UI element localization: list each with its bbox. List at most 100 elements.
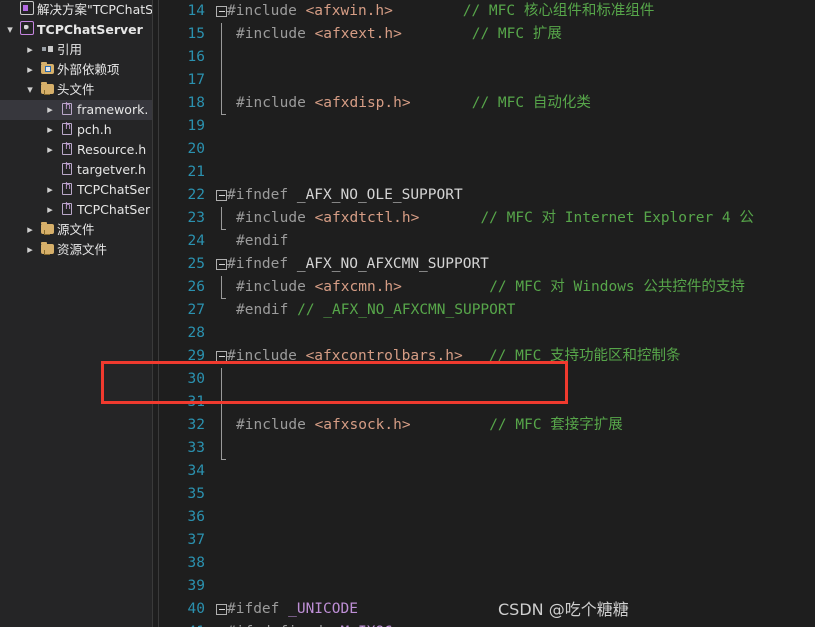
code-text: #include <afxsock.h> // MFC 套接字扩展 (236, 414, 623, 437)
line-number: 23 (187, 210, 205, 226)
code-line[interactable]: 39 (159, 575, 815, 598)
code-token: // MFC 对 Windows 公共控件的支持 (489, 279, 745, 295)
tree-item-label: Resource.h (77, 142, 147, 157)
tree-item-tcpchatser[interactable]: TCPChatSer (0, 180, 152, 200)
fold-collapse-icon[interactable] (216, 604, 227, 615)
fold-guide-line (221, 207, 226, 230)
code-token: // MFC 支持功能区和控制条 (488, 348, 681, 364)
code-token: <afxcmn.h> (314, 279, 402, 295)
code-line[interactable]: 36 (159, 506, 815, 529)
spacer-icon (4, 0, 16, 20)
line-number: 41 (159, 621, 205, 627)
code-text: #if defined _M_IX86 (227, 621, 393, 627)
chevron-right-icon[interactable] (44, 140, 56, 160)
code-line[interactable]: 25 #ifndef _AFX_NO_AFXCMN_SUPPORT (159, 253, 815, 276)
line-number: 32 (187, 417, 205, 433)
header-file-icon (59, 100, 75, 120)
code-line[interactable]: 32 #include <afxsock.h> // MFC 套接字扩展 (159, 414, 815, 437)
tree-item-label: pch.h (77, 122, 112, 137)
line-number: 26 (187, 279, 205, 295)
chevron-down-icon[interactable] (4, 20, 16, 40)
header-file-icon (59, 180, 75, 200)
code-line[interactable]: 18 #include <afxdisp.h> // MFC 自动化类 (159, 92, 815, 115)
tree-item-tcpchatser[interactable]: TCPChatSer (0, 200, 152, 220)
external-dependencies-icon (39, 60, 55, 80)
chevron-right-icon[interactable] (24, 220, 36, 240)
tree-item-targetver-h[interactable]: targetver.h (0, 160, 152, 180)
tree-item-pch-h[interactable]: pch.h (0, 120, 152, 140)
fold-collapse-icon[interactable] (216, 190, 227, 201)
code-line[interactable]: 37 (159, 529, 815, 552)
code-text: #endif (236, 230, 288, 253)
panel-splitter[interactable] (152, 0, 159, 627)
fold-collapse-icon[interactable] (216, 6, 227, 17)
code-line[interactable]: 40 #ifdef _UNICODE (159, 598, 815, 621)
tree-item-tcpchatserver[interactable]: TCPChatServer (0, 20, 152, 40)
chevron-right-icon[interactable] (24, 60, 36, 80)
tree-item-framework-[interactable]: framework. (0, 100, 152, 120)
chevron-right-icon[interactable] (44, 180, 56, 200)
code-line[interactable]: 14 #include <afxwin.h> // MFC 核心组件和标准组件 (159, 0, 815, 23)
chevron-down-icon[interactable] (24, 80, 36, 100)
chevron-right-icon[interactable] (44, 200, 56, 220)
tree-item--[interactable]: 头文件 (0, 80, 152, 100)
header-file-icon (59, 200, 75, 220)
code-line[interactable]: 24 #endif (159, 230, 815, 253)
code-editor-surface[interactable]: 14 #include <afxwin.h> // MFC 核心组件和标准组件 15… (159, 0, 815, 627)
code-line[interactable]: 31 (159, 391, 815, 414)
solution-explorer-panel[interactable]: 解决方案"TCPChatSer TCPChatServer 引用外部依赖项头文件 fr… (0, 0, 152, 627)
line-number: 39 (187, 578, 205, 594)
line-number: 19 (187, 118, 205, 134)
code-line[interactable]: 17 (159, 69, 815, 92)
chevron-right-icon[interactable] (44, 100, 56, 120)
code-line[interactable]: 28 (159, 322, 815, 345)
code-line[interactable]: 27 #endif // _AFX_NO_AFXCMN_SUPPORT (159, 299, 815, 322)
code-line[interactable]: 35 (159, 483, 815, 506)
code-line[interactable]: 15 #include <afxext.h> // MFC 扩展 (159, 23, 815, 46)
chevron-right-icon[interactable] (44, 120, 56, 140)
code-line[interactable]: 30 (159, 368, 815, 391)
chevron-right-icon[interactable] (24, 240, 36, 260)
code-line[interactable]: 29 #include <afxcontrolbars.h> // MFC 支持功… (159, 345, 815, 368)
tree-item--tcpchatser[interactable]: 解决方案"TCPChatSer (0, 0, 152, 20)
tree-item--[interactable]: 引用 (0, 40, 152, 60)
code-line[interactable]: 19 (159, 115, 815, 138)
code-text: #ifndef _AFX_NO_OLE_SUPPORT (227, 184, 463, 207)
code-text: #include <afxdtctl.h> // MFC 对 Internet … (236, 207, 754, 230)
line-number: 14 (187, 3, 205, 19)
code-token: // MFC 扩展 (471, 26, 562, 42)
code-line[interactable]: 33 (159, 437, 815, 460)
chevron-right-icon[interactable] (24, 40, 36, 60)
tree-item-label: TCPChatSer (77, 202, 151, 217)
code-token: #include (227, 3, 306, 19)
tree-item--[interactable]: 源文件 (0, 220, 152, 240)
code-token: <afxdisp.h> (314, 95, 411, 111)
csdn-watermark: CSDN @吃个糖糖 (498, 600, 629, 619)
tree-item--[interactable]: 外部依赖项 (0, 60, 152, 80)
code-line[interactable]: 22 #ifndef _AFX_NO_OLE_SUPPORT (159, 184, 815, 207)
code-line[interactable]: 23 #include <afxdtctl.h> // MFC 对 Interne… (159, 207, 815, 230)
code-line[interactable]: 20 (159, 138, 815, 161)
code-line[interactable]: 41 #if defined _M_IX86 (159, 621, 815, 627)
code-line[interactable]: 34 (159, 460, 815, 483)
tree-item--[interactable]: 资源文件 (0, 240, 152, 260)
code-line[interactable]: 38 (159, 552, 815, 575)
code-text: #include <afxdisp.h> // MFC 自动化类 (236, 92, 591, 115)
code-text: #include <afxcmn.h> // MFC 对 Windows 公共控… (236, 276, 745, 299)
code-token: _AFX_NO_AFXCMN_SUPPORT (296, 256, 489, 272)
code-line[interactable]: 21 (159, 161, 815, 184)
code-line[interactable]: 26 #include <afxcmn.h> // MFC 对 Windows 公… (159, 276, 815, 299)
folder-icon (39, 240, 55, 260)
fold-guide-line (221, 437, 226, 460)
tree-item-label: 资源文件 (57, 242, 108, 257)
fold-collapse-icon[interactable] (216, 259, 227, 270)
tree-item-resource-h[interactable]: Resource.h (0, 140, 152, 160)
code-line[interactable]: 16 (159, 46, 815, 69)
tree-item-label: 引用 (57, 42, 83, 57)
fold-collapse-icon[interactable] (216, 351, 227, 362)
references-icon (39, 40, 55, 60)
